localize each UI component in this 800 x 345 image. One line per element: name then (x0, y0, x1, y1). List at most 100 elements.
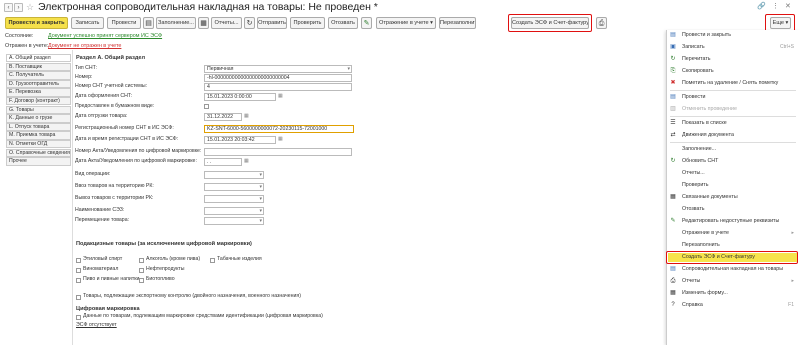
field-input[interactable]: 31.12.2022 (204, 113, 242, 121)
sidebar-tab[interactable]: C. Получатель (6, 71, 71, 80)
menu-item[interactable]: Проверить (668, 181, 798, 190)
refill-button[interactable]: Перезаполнить (439, 17, 476, 29)
linked-docs-icon: ▦ (670, 194, 676, 200)
section-title: Раздел A. Общий раздел (76, 55, 146, 61)
sidebar-tab[interactable]: Прочее (6, 157, 71, 166)
excise-checkbox[interactable] (139, 258, 144, 263)
revoke-button[interactable]: Отозвать (328, 17, 358, 29)
field-label: Наименование СЭЗ: (75, 207, 125, 213)
calendar-icon[interactable]: ▦ (244, 158, 249, 165)
report-icon[interactable]: ▦ (198, 17, 209, 29)
menu-item[interactable]: Отражение в учете ▸ (668, 229, 798, 238)
chevron-down-icon[interactable]: ▾ (259, 184, 262, 190)
excise-checkbox[interactable] (76, 258, 81, 263)
posting-icon[interactable]: ▤ (143, 17, 154, 29)
menu-item[interactable]: ⎙ Отчеты ▸ (668, 277, 798, 286)
sidebar-tab[interactable]: K. Данные о грузе (6, 114, 71, 123)
excise-checkbox[interactable] (139, 268, 144, 273)
sidebar-tab[interactable]: L. Отпуск товара (6, 122, 71, 132)
field-input[interactable]: ▾ (204, 207, 264, 215)
menu-item-shortcut: ▸ (791, 278, 794, 284)
esf-missing-link[interactable]: ЭСФ отсутствует (76, 322, 117, 329)
menu-item[interactable]: ▦ Изменить форму... (668, 289, 798, 298)
field-input[interactable]: . . (204, 158, 242, 166)
chevron-down-icon[interactable]: ▾ (259, 218, 262, 224)
forward-button[interactable]: › (14, 3, 23, 12)
dual-use-checkbox[interactable] (76, 295, 81, 300)
field-input[interactable]: ▾ (204, 195, 264, 203)
field-input[interactable]: Первичная ▾ (204, 65, 352, 73)
menu-item[interactable]: ⇄ Движения документа (668, 131, 798, 140)
check-button[interactable]: Проверить (290, 17, 325, 29)
menu-item[interactable]: Заполнение... (668, 145, 798, 154)
menu-item[interactable]: ✎ Редактировать недоступные реквизиты (668, 217, 798, 226)
chevron-down-icon[interactable]: ▾ (259, 208, 262, 214)
menu-item[interactable]: ▤ Провести (668, 93, 798, 102)
sidebar-tab[interactable]: N. Отметки ОГД (6, 140, 71, 149)
create-esf-button[interactable]: Создать ЭСФ и Счет-фактуру (511, 17, 589, 29)
menu-item[interactable]: Отозвать (668, 205, 798, 214)
sidebar-tab[interactable]: F. Договор (контракт) (6, 97, 71, 106)
field-input[interactable]: 4 (204, 83, 352, 91)
refresh-icon[interactable]: ↻ (244, 17, 255, 29)
ellipsis-icon[interactable]: ⋮ (772, 3, 779, 11)
digital-marking-checkbox[interactable] (76, 315, 81, 320)
calendar-icon[interactable]: ▦ (278, 93, 283, 100)
reflect-in-accounting-button[interactable]: Отражение в учете ▾ (376, 17, 436, 29)
field-input[interactable]: ▾ (204, 183, 264, 191)
sidebar-tab[interactable]: G. Товары (6, 105, 71, 114)
menu-item[interactable]: ↻ Перечитать (668, 55, 798, 64)
sidebar-tab[interactable]: D. Грузоотправитель (6, 79, 71, 89)
state-value-link[interactable]: Документ успешно принят сервером ИС ЭСФ (48, 33, 162, 40)
close-icon[interactable]: ✕ (785, 3, 791, 11)
calendar-icon[interactable]: ▦ (244, 113, 249, 120)
sidebar-tab[interactable]: M. Приемка товара (6, 131, 71, 140)
delete-mark-icon: ✖ (670, 80, 676, 86)
chevron-down-icon[interactable]: ▾ (259, 196, 262, 202)
menu-item[interactable]: ▥ Отменить проведение (668, 105, 798, 114)
field-input[interactable]: KZ-SNT-6000-5600000000072-20230115-72001… (204, 125, 354, 133)
excise-checkbox[interactable] (139, 278, 144, 283)
sidebar-tab[interactable]: A. Общий раздел (6, 54, 71, 63)
sidebar-tab[interactable]: B. Поставщик (6, 62, 71, 71)
menu-item[interactable]: ▤ Провести и закрыть (668, 31, 798, 40)
excise-checkbox[interactable] (210, 258, 215, 263)
excise-checkbox[interactable] (76, 268, 81, 273)
back-button[interactable]: ‹ (4, 3, 13, 12)
save-button[interactable]: Записать (71, 17, 104, 29)
menu-item[interactable]: ▣ Записать Ctrl+S (668, 43, 798, 52)
menu-item[interactable]: ✖ Пометить на удаление / Снять пометку (668, 79, 798, 88)
print-icon[interactable]: ⎙ (596, 17, 607, 29)
field-input[interactable] (204, 148, 352, 156)
favorite-star-icon[interactable]: ☆ (26, 2, 34, 12)
sidebar-tab[interactable]: O. Справочные сведения (6, 148, 71, 157)
menu-item[interactable]: Отчеты... (668, 169, 798, 178)
menu-item[interactable]: ☰ Показать в списке (668, 119, 798, 128)
menu-item[interactable]: ▤ Сопроводительная накладная на товары (668, 265, 798, 274)
menu-item[interactable]: ▦ Связанные документы (668, 193, 798, 202)
excise-checkbox[interactable] (76, 278, 81, 283)
menu-item[interactable]: ↻ Обновить СНТ (668, 157, 798, 166)
chevron-down-icon[interactable]: ▾ (347, 66, 350, 72)
reports-button[interactable]: Отчеты... (211, 17, 242, 29)
edit-icon[interactable]: ✎ (361, 17, 372, 29)
field-input[interactable]: 15.01.2023 0:00:00 (204, 93, 276, 101)
paper-form-checkbox[interactable] (204, 104, 209, 109)
menu-item[interactable]: ? Справка F1 (668, 301, 798, 310)
field-input[interactable]: ▾ (204, 171, 264, 179)
field-input[interactable]: -hl-00000000000000000000000004 (204, 74, 352, 82)
sidebar-tab[interactable]: E. Перевозка (6, 88, 71, 97)
reflect-value-link[interactable]: Документ не отражен в учете (48, 43, 121, 50)
link-icon[interactable]: 🔗 (757, 3, 766, 11)
menu-item[interactable]: Перезаполнить (668, 241, 798, 250)
chevron-down-icon[interactable]: ▾ (259, 172, 262, 178)
menu-item[interactable]: ⎘ Скопировать (668, 67, 798, 76)
send-button[interactable]: Отправить (257, 17, 287, 29)
calendar-icon[interactable]: ▦ (278, 136, 283, 143)
post-button[interactable]: Провести (107, 17, 141, 29)
field-input[interactable]: ▾ (204, 217, 264, 225)
fill-button[interactable]: Заполнение... (156, 17, 196, 29)
more-button[interactable]: Еще ▾ (770, 17, 791, 29)
post-and-close-button[interactable]: Провести и закрыть (5, 17, 68, 29)
field-input[interactable]: 15.01.2023 20:03:42 (204, 136, 276, 144)
